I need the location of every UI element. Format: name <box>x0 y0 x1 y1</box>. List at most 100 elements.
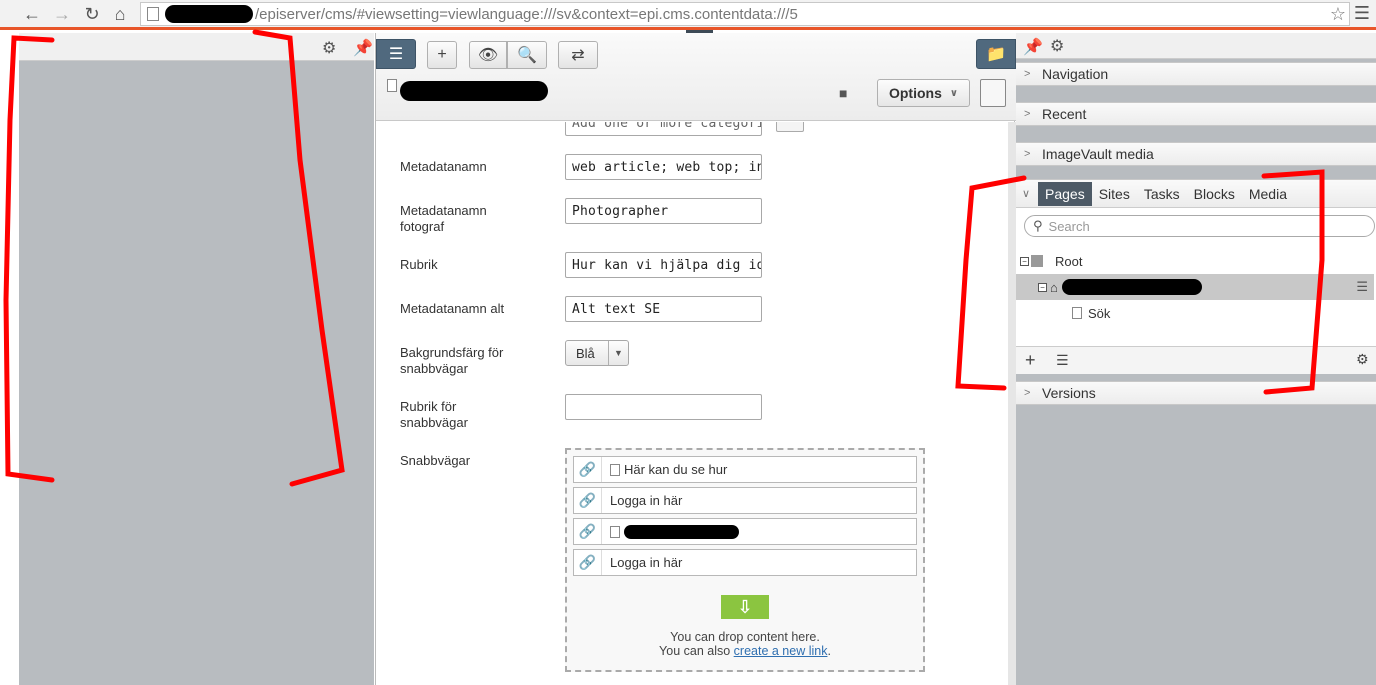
link-item[interactable]: 🔗 <box>573 518 917 545</box>
search-placeholder: Search <box>1048 218 1090 234</box>
tab-media[interactable]: Media <box>1242 182 1294 206</box>
bookmark-star-icon[interactable]: ☆ <box>1330 4 1346 25</box>
imagevault-section[interactable]: > ImageVault media <box>1016 142 1376 166</box>
link-icon: 🔗 <box>574 488 602 513</box>
collapse-icon[interactable]: − <box>1038 282 1047 292</box>
tree-node-search[interactable]: Sök <box>1016 300 1374 326</box>
create-link-link[interactable]: create a new link <box>734 644 828 658</box>
context-menu-icon[interactable]: ☰ <box>1356 279 1368 295</box>
form-scrollbar[interactable] <box>1008 122 1016 685</box>
link-label-wrap <box>602 524 739 539</box>
gear-icon[interactable]: ⚙ <box>322 38 336 58</box>
link-label: Logga in här <box>610 555 683 570</box>
root-icon <box>1031 255 1043 267</box>
gear-icon[interactable]: ⚙ <box>1356 351 1369 368</box>
browser-toolbar: ← → ↻ ⌂ /episerver/cms/#viewsetting=view… <box>0 0 1376 30</box>
redacted-page-title <box>400 81 548 101</box>
add-category-button[interactable] <box>776 122 804 132</box>
address-bar[interactable]: /episerver/cms/#viewsetting=viewlanguage… <box>140 2 1350 26</box>
page-icon <box>387 79 397 92</box>
tab-sites[interactable]: Sites <box>1092 182 1137 206</box>
link-item[interactable]: 🔗 Logga in här <box>573 549 917 576</box>
redacted-host <box>165 5 253 23</box>
left-pane-toolbar: ⚙ 📌 <box>19 33 374 61</box>
add-icon[interactable]: + <box>1025 350 1036 371</box>
redacted-link-label <box>624 524 739 539</box>
page-icon <box>1072 307 1082 319</box>
chevron-right-icon: > <box>1024 148 1031 160</box>
view-settings-button[interactable]: 🔍 <box>507 41 547 69</box>
redacted-node-label <box>1061 279 1202 295</box>
home-icon: ⌂ <box>1050 279 1058 295</box>
link-collection[interactable]: 🔗 Här kan du se hur 🔗 Logga in här 🔗 🔗 L… <box>565 448 925 672</box>
page-icon <box>610 463 620 476</box>
link-item[interactable]: 🔗 Logga in här <box>573 487 917 514</box>
heading-input[interactable]: Hur kan vi hjälpa dig idag <box>565 252 762 278</box>
versions-section[interactable]: > Versions <box>1016 381 1376 405</box>
field-label: Metadatanamn fotograf <box>400 203 487 234</box>
collapse-icon[interactable]: − <box>1020 256 1029 266</box>
background-color-select[interactable]: Blå ▼ <box>565 340 629 366</box>
reload-icon[interactable]: ↻ <box>78 1 106 27</box>
page-icon <box>147 7 159 21</box>
pin-icon[interactable]: 📌 <box>353 38 373 58</box>
pages-widget: ∨ Pages Sites Tasks Blocks Media ⚲ Searc… <box>1016 179 1376 374</box>
chevron-right-icon: > <box>1024 68 1031 80</box>
home-icon[interactable]: ⌂ <box>106 1 134 27</box>
section-title: Navigation <box>1042 66 1109 82</box>
alt-text-input[interactable]: Alt text SE <box>565 296 762 322</box>
assets-pane: 📌 ⚙ > Navigation > Recent > ImageVault medi… <box>1016 33 1376 685</box>
gear-icon[interactable]: ⚙ <box>1050 36 1064 56</box>
drop-hint-2: You can also create a new link. <box>567 644 923 658</box>
tab-tasks[interactable]: Tasks <box>1137 182 1187 206</box>
assets-pane-button[interactable]: 📁 <box>976 39 1016 69</box>
section-title: Versions <box>1042 385 1096 401</box>
chevron-right-icon: > <box>1024 108 1031 120</box>
drop-arrow-icon: ⇩ <box>721 595 769 619</box>
chevron-down-icon: ▼ <box>608 341 628 365</box>
tree-node-start[interactable]: − ⌂ ☰ <box>1016 274 1374 300</box>
section-title: Recent <box>1042 106 1087 122</box>
layout-toggle-button[interactable] <box>980 79 1006 107</box>
recent-section[interactable]: > Recent <box>1016 102 1376 126</box>
tree-node-root[interactable]: − Root <box>1016 248 1374 274</box>
page-tree-button[interactable]: ☰ <box>376 39 416 69</box>
tab-pages[interactable]: Pages <box>1038 181 1092 206</box>
chevron-right-icon: > <box>1024 387 1031 399</box>
pages-footer: + ☰ ⚙ <box>1016 346 1376 374</box>
browser-menu-icon[interactable]: ☰ <box>1354 3 1370 24</box>
comment-icon[interactable]: ■ <box>839 85 847 101</box>
chevron-down-icon: ∨ <box>1022 188 1031 200</box>
options-label: Options <box>888 85 942 101</box>
drop-hint-suffix: . <box>827 644 831 658</box>
left-navigation-pane: ⚙ 📌 <box>19 33 374 685</box>
menu-icon[interactable]: ☰ <box>1056 352 1069 369</box>
preview-button[interactable]: 👁 <box>469 41 507 69</box>
field-label: Snabbvägar <box>400 453 471 468</box>
link-label: Logga in här <box>610 493 683 508</box>
drop-hint: You can drop content here. <box>670 630 820 644</box>
metadata-name-input[interactable]: web article; web top; ins <box>565 154 762 180</box>
field-label: Bakgrundsfärg för snabbvägar <box>400 345 504 376</box>
link-icon: 🔗 <box>574 550 602 575</box>
link-icon: 🔗 <box>574 519 602 544</box>
categories-input[interactable]: Add one or more categories <box>565 122 762 136</box>
photographer-input[interactable]: Photographer <box>565 198 762 224</box>
edit-toolbar: ☰ + 👁 🔍 ⇄ 📁 ■ Options ∨ <box>376 33 1016 121</box>
pin-icon[interactable]: 📌 <box>1023 37 1043 57</box>
forward-icon[interactable]: → <box>48 1 76 27</box>
back-icon[interactable]: ← <box>18 1 46 27</box>
field-label: Metadatanamn <box>400 159 487 174</box>
navigation-section[interactable]: > Navigation <box>1016 62 1376 86</box>
link-item[interactable]: 🔗 Här kan du se hur <box>573 456 917 483</box>
search-input[interactable]: ⚲ Search <box>1024 215 1375 237</box>
field-label: Rubrik <box>400 257 438 272</box>
chevron-down-icon: ∨ <box>949 87 958 99</box>
edit-panel: ☰ + 👁 🔍 ⇄ 📁 ■ Options ∨ Add one or more c… <box>375 33 1016 685</box>
shortcuts-heading-input[interactable] <box>565 394 762 420</box>
options-button[interactable]: Options ∨ <box>877 79 970 107</box>
compare-button[interactable]: ⇄ <box>558 41 598 69</box>
tab-blocks[interactable]: Blocks <box>1187 182 1242 206</box>
add-button[interactable]: + <box>427 41 457 69</box>
right-pane-toolbar: 📌 ⚙ <box>1016 33 1376 59</box>
